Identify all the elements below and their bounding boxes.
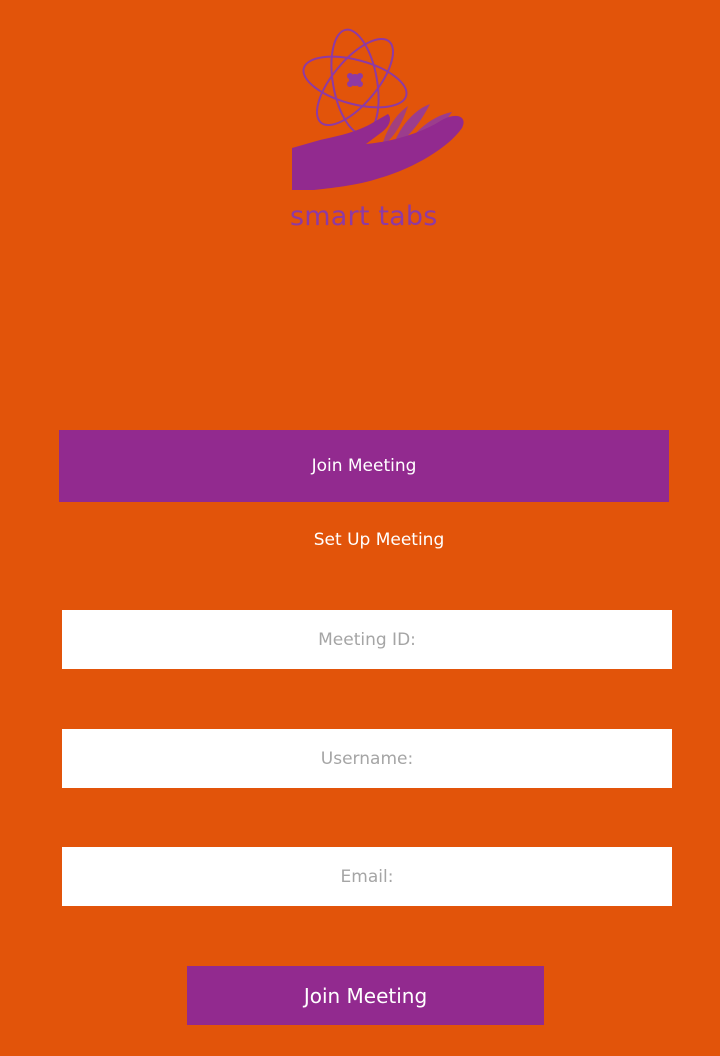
tab-join-meeting[interactable]: Join Meeting	[59, 430, 669, 502]
tab-set-up-meeting-label: Set Up Meeting	[313, 530, 445, 550]
atom-hand-icon	[292, 28, 464, 190]
tab-set-up-meeting[interactable]: Set Up Meeting	[59, 512, 699, 568]
smart-tabs-logo: smart tabs	[280, 18, 480, 238]
join-meeting-button[interactable]: Join Meeting	[187, 966, 544, 1025]
username-input[interactable]	[62, 729, 672, 788]
email-input[interactable]	[62, 847, 672, 906]
meeting-id-input[interactable]	[62, 610, 672, 669]
tab-join-meeting-label: Join Meeting	[311, 456, 417, 476]
brand-name: smart tabs	[290, 201, 438, 232]
join-meeting-button-label: Join Meeting	[303, 983, 428, 1008]
